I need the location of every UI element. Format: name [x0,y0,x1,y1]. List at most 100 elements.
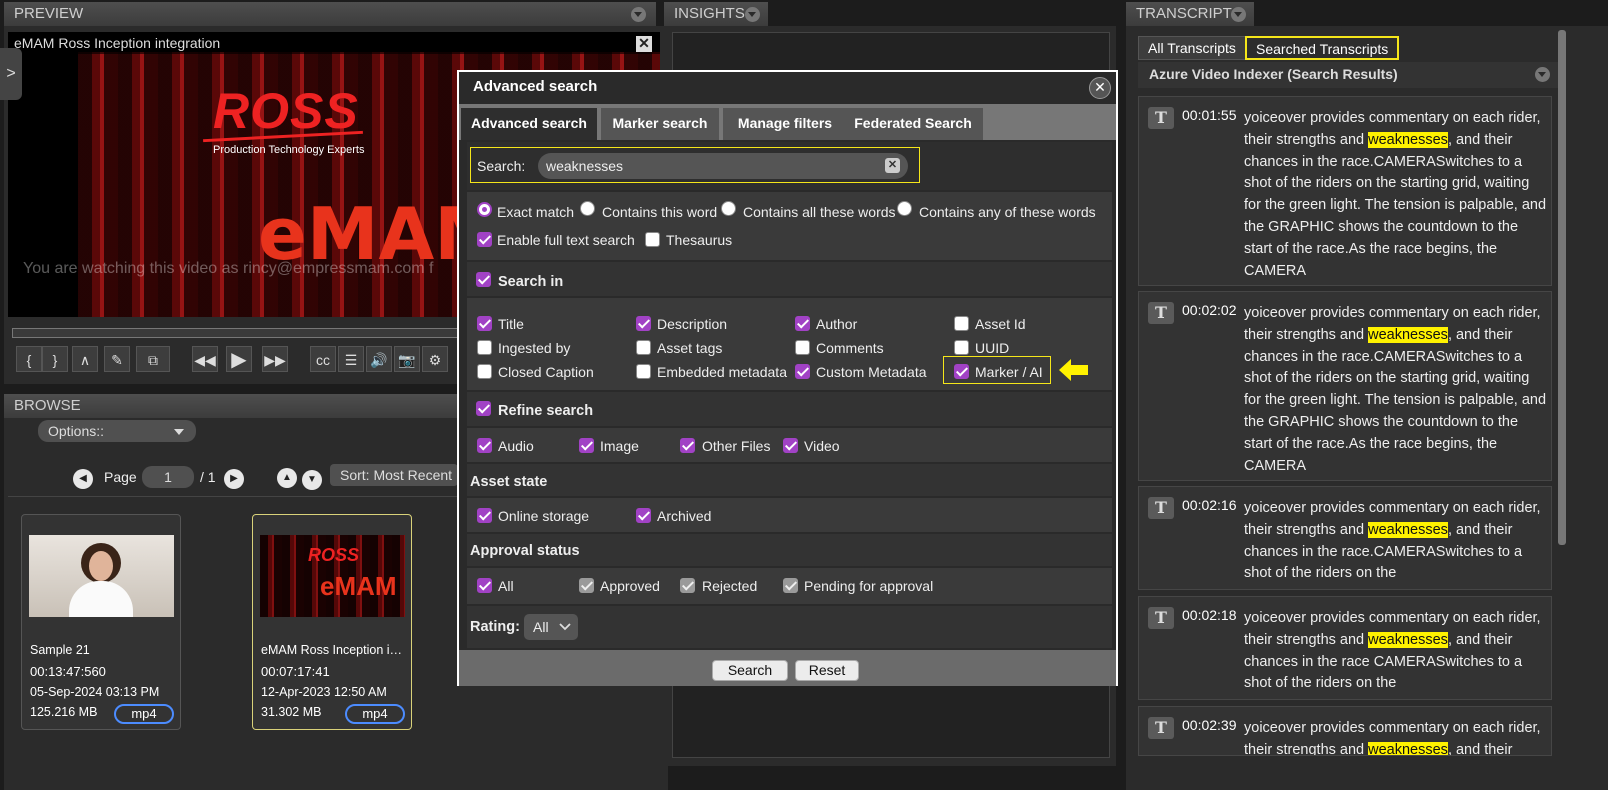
approval-pending-checkbox[interactable] [783,578,798,593]
field-title-checkbox[interactable] [477,316,492,331]
field-asset-id-checkbox[interactable] [954,316,969,331]
field-description-checkbox[interactable] [636,316,651,331]
tab-manage-filters[interactable]: Manage filters [723,108,847,140]
sort-descending-button[interactable]: ▼ [302,470,322,490]
contains-any-label: Contains any of these words [919,204,1096,220]
mark-out-button[interactable]: } [42,346,68,372]
result-time[interactable]: 00:01:55 [1182,107,1237,123]
refine-audio-checkbox[interactable] [477,438,492,453]
tab-advanced-search[interactable]: Advanced search [461,108,597,140]
exact-match-radio[interactable] [477,202,492,217]
result-time[interactable]: 00:02:02 [1182,302,1237,318]
field-ingested-by-checkbox[interactable] [477,340,492,355]
emam-logo-small: eMAM [320,571,397,601]
search-button[interactable]: Search [712,660,788,681]
volume-button[interactable]: 🔊 [366,346,392,372]
field-author-checkbox[interactable] [795,316,810,331]
result-text: yoiceover provides commentary on each ri… [1244,500,1541,582]
contains-any-radio[interactable] [897,201,912,216]
tab-searched-transcripts[interactable]: Searched Transcripts [1245,36,1400,60]
asset-card[interactable]: ROSS eMAM eMAM Ross Inception in... 00:0… [252,514,412,730]
search-in-checkbox[interactable] [476,272,491,287]
thesaurus-checkbox[interactable] [645,232,660,247]
rating-dropdown[interactable]: All [524,614,578,640]
online-storage-label: Online storage [498,508,590,524]
tab-federated-search[interactable]: Federated Search [843,108,983,140]
asset-thumbnail[interactable] [29,535,174,617]
field-asset-tags-checkbox[interactable] [636,340,651,355]
azure-section-header[interactable]: Azure Video Indexer (Search Results) [1138,62,1558,88]
insights-menu-icon[interactable] [745,7,760,22]
sort-ascending-button[interactable]: ▲ [277,468,297,488]
page-number-input[interactable]: 1 [142,466,194,488]
field-asset-tags-label: Asset tags [657,340,723,356]
transcript-scrollbar[interactable] [1558,30,1566,545]
result-time[interactable]: 00:02:39 [1182,717,1237,733]
clear-search-icon[interactable]: ✕ [885,158,900,173]
snapshot-button[interactable]: 📷 [394,346,420,372]
result-time[interactable]: 00:02:18 [1182,607,1237,623]
field-marker-ai-label: Marker / AI [975,364,1043,380]
transcript-result[interactable]: T 00:02:39 yoiceover provides commentary… [1138,706,1552,756]
tab-marker-search[interactable]: Marker search [601,108,719,140]
collapse-icon[interactable] [1535,67,1550,82]
refine-image-checkbox[interactable] [579,438,594,453]
approval-all-checkbox[interactable] [477,578,492,593]
annotate-button[interactable]: ✎ [104,346,130,372]
comments-button[interactable]: ☰ [338,346,364,372]
field-marker-ai-checkbox[interactable] [954,364,969,379]
tab-all-transcripts[interactable]: All Transcripts [1138,36,1246,60]
options-dropdown[interactable]: Options:: [38,420,196,442]
transcript-result[interactable]: T 00:02:16 yoiceover provides commentary… [1138,486,1552,590]
contains-all-radio[interactable] [721,201,736,216]
refine-label: Refine search [498,403,594,419]
closed-caption-button[interactable]: cc [310,346,336,372]
field-custom-metadata-checkbox[interactable] [795,364,810,379]
reset-button[interactable]: Reset [795,660,859,681]
asset-state-label: Asset state [470,474,548,490]
approval-all-label: All [498,578,514,594]
transcript-result[interactable]: T 00:01:55 yoiceover provides commentary… [1138,96,1552,286]
search-hit: weaknesses [1368,521,1448,538]
result-time[interactable]: 00:02:16 [1182,497,1237,513]
preview-menu-icon[interactable] [631,7,646,22]
next-page-button[interactable]: ▶ [224,469,244,489]
rewind-button[interactable]: ◀◀ [192,346,218,372]
transcript-result[interactable]: T 00:02:02 yoiceover provides commentary… [1138,291,1552,481]
approval-rejected-checkbox[interactable] [680,578,695,593]
transcript-result[interactable]: T 00:02:18 yoiceover provides commentary… [1138,596,1552,700]
fast-forward-button[interactable]: ▶▶ [262,346,288,372]
transcript-menu-icon[interactable] [1231,7,1246,22]
dialog-close-button[interactable]: ✕ [1089,77,1111,99]
asset-name: eMAM Ross Inception in... [261,643,406,657]
field-comments-checkbox[interactable] [795,340,810,355]
approval-approved-checkbox[interactable] [579,578,594,593]
asset-thumbnail[interactable]: ROSS eMAM [260,535,405,617]
contains-word-radio[interactable] [580,201,595,216]
play-button[interactable]: ▶ [226,346,252,372]
refine-checkbox[interactable] [476,401,491,416]
subclip-button[interactable]: ⧉ [136,346,170,372]
transcript-header: TRANSCRIPT [1126,2,1254,26]
field-closed-caption-checkbox[interactable] [477,364,492,379]
expand-sidebar-button[interactable]: > [0,48,22,100]
settings-button[interactable]: ⚙ [422,346,448,372]
refine-video-checkbox[interactable] [783,438,798,453]
full-text-checkbox[interactable] [477,232,492,247]
asset-card[interactable]: Sample 21 00:13:47:560 05-Sep-2024 03:13… [21,514,181,730]
prev-page-button[interactable]: ◀ [73,469,93,489]
search-input[interactable]: weaknesses ✕ [538,153,908,179]
text-type-icon: T [1148,497,1174,519]
mark-in-button[interactable]: { [16,346,42,372]
refine-other-files-checkbox[interactable] [680,438,695,453]
field-uuid-checkbox[interactable] [954,340,969,355]
online-storage-checkbox[interactable] [477,508,492,523]
marker-button[interactable]: ∧ [72,346,98,372]
video-close-button[interactable]: ✕ [636,36,652,52]
archived-checkbox[interactable] [636,508,651,523]
ross-logo-small: ROSS [308,545,360,565]
video-seek-bar[interactable] [12,328,462,338]
sort-dropdown[interactable]: Sort: Most Recent [330,464,458,486]
asset-duration: 00:07:17:41 [261,664,330,679]
field-embedded-metadata-checkbox[interactable] [636,364,651,379]
